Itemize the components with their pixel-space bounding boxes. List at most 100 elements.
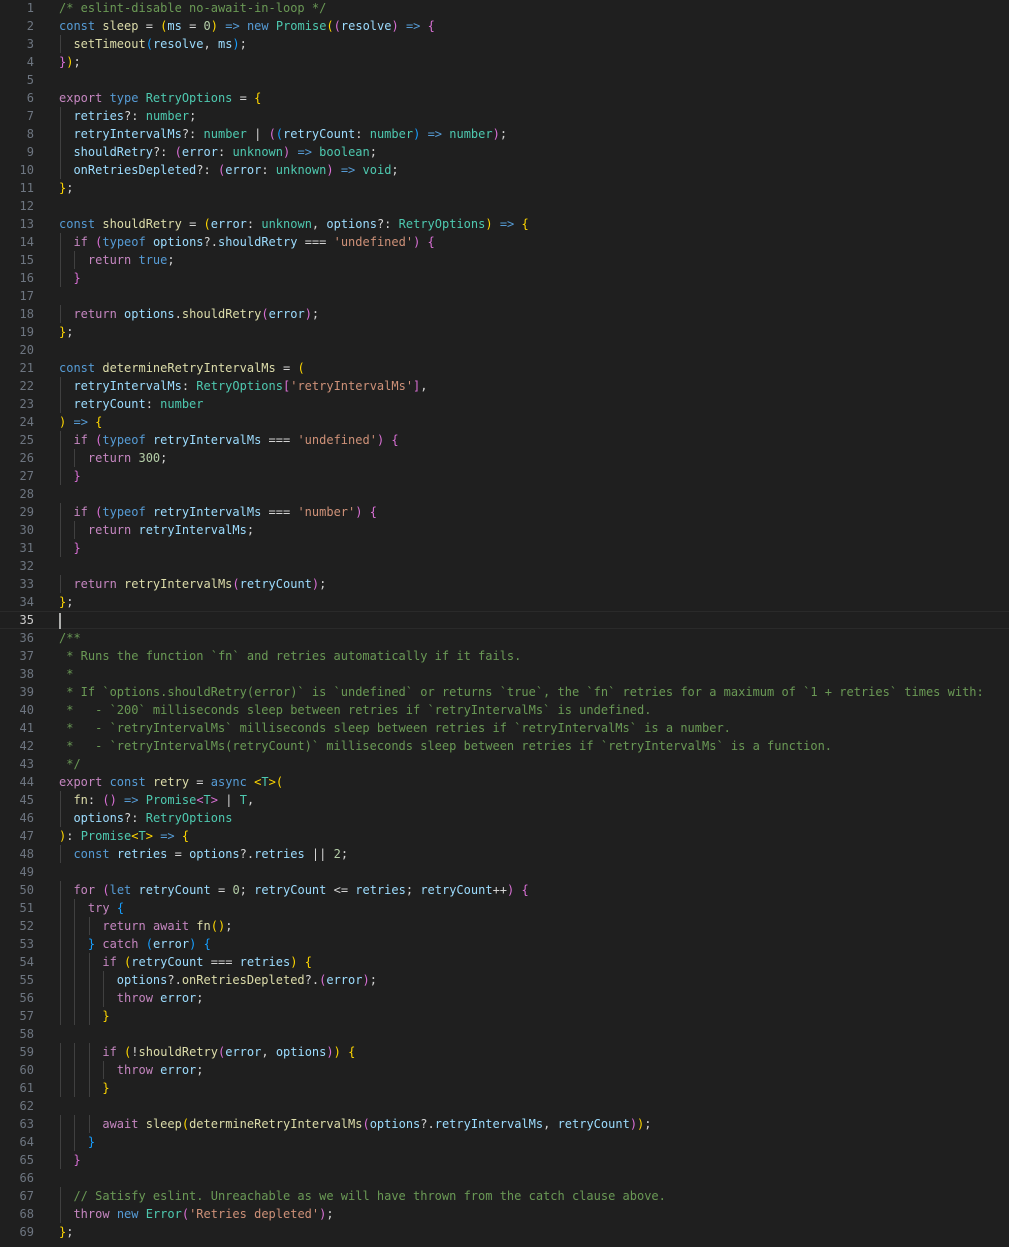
code-line[interactable]: 14 if (typeof options?.shouldRetry === '… — [0, 233, 1009, 251]
code-token: T — [261, 775, 269, 789]
code-token: ++ — [492, 883, 508, 897]
code-line[interactable]: 54 if (retryCount === retries) { — [0, 953, 1009, 971]
code-line[interactable]: 15 return true; — [0, 251, 1009, 269]
code-line[interactable]: 51 try { — [0, 899, 1009, 917]
code-line[interactable]: 18 return options.shouldRetry(error); — [0, 305, 1009, 323]
code-token: number — [160, 397, 204, 411]
code-token: 'undefined' — [333, 235, 414, 249]
code-token: retryCount — [557, 1117, 630, 1131]
code-line[interactable]: 27 } — [0, 467, 1009, 485]
code-line[interactable]: 43 */ — [0, 755, 1009, 773]
code-line[interactable]: 61 } — [0, 1079, 1009, 1097]
code-line[interactable]: 41 * - `retryIntervalMs` milliseconds sl… — [0, 719, 1009, 737]
code-line[interactable]: 4}); — [0, 53, 1009, 71]
line-number: 37 — [19, 649, 34, 663]
code-line[interactable]: 19}; — [0, 323, 1009, 341]
code-line[interactable]: 26 return 300; — [0, 449, 1009, 467]
code-line[interactable]: 47): Promise<T> => { — [0, 827, 1009, 845]
code-line[interactable]: 5 — [0, 71, 1009, 89]
code-line[interactable]: 66 — [0, 1169, 1009, 1187]
code-token: = — [167, 847, 190, 861]
code-text: }; — [59, 593, 73, 611]
line-number: 36 — [19, 631, 34, 645]
code-line[interactable]: 44 export const retry = async <T>( — [0, 773, 1009, 791]
code-line[interactable]: 10 onRetriesDepleted?: (error: unknown) … — [0, 161, 1009, 179]
code-line[interactable]: 69}; — [0, 1223, 1009, 1241]
code-line[interactable]: 7 retries?: number; — [0, 107, 1009, 125]
code-line[interactable]: 13 const shouldRetry = (error: unknown, o… — [0, 215, 1009, 233]
code-token: === — [297, 235, 334, 249]
code-line[interactable]: 58 — [0, 1025, 1009, 1043]
code-line[interactable]: 68 throw new Error('Retries depleted'); — [0, 1205, 1009, 1223]
code-line[interactable]: 64 } — [0, 1133, 1009, 1151]
code-line[interactable]: 16 } — [0, 269, 1009, 287]
code-line[interactable]: 57 } — [0, 1007, 1009, 1025]
code-line[interactable]: 49 — [0, 863, 1009, 881]
code-line[interactable]: 11}; — [0, 179, 1009, 197]
code-line[interactable]: 62 — [0, 1097, 1009, 1115]
code-line[interactable]: 52 return await fn(); — [0, 917, 1009, 935]
code-token: retries — [116, 847, 168, 861]
code-line[interactable]: 42 * - `retryIntervalMs(retryCount)` mil… — [0, 737, 1009, 755]
line-number: 66 — [19, 1171, 34, 1185]
code-line[interactable]: 32 — [0, 557, 1009, 575]
line-number: 24 — [19, 415, 34, 429]
code-line[interactable]: 50 for (let retryCount = 0; retryCount <… — [0, 881, 1009, 899]
code-token: options — [275, 1045, 327, 1059]
code-token: options — [369, 1117, 421, 1131]
line-number: 5 — [26, 73, 34, 87]
code-line[interactable]: 21 const determineRetryIntervalMs = ( — [0, 359, 1009, 377]
code-line[interactable]: 65 } — [0, 1151, 1009, 1169]
code-line[interactable]: 6 export type RetryOptions = { — [0, 89, 1009, 107]
code-token: } — [73, 271, 81, 285]
code-line[interactable]: 20 — [0, 341, 1009, 359]
code-editor[interactable]: 1/* eslint-disable no-await-in-loop */2 c… — [0, 0, 1009, 1247]
code-line[interactable]: 59 if (!shouldRetry(error, options)) { — [0, 1043, 1009, 1061]
code-line[interactable]: 1 /* eslint-disable no-await-in-loop */ — [0, 0, 1009, 17]
line-number: 62 — [19, 1099, 34, 1113]
code-line[interactable]: 33 return retryIntervalMs(retryCount); — [0, 575, 1009, 593]
code-line[interactable]: 63 await sleep(determineRetryIntervalMs(… — [0, 1115, 1009, 1133]
code-line[interactable]: 24) => { — [0, 413, 1009, 431]
code-line[interactable]: 60 throw error; — [0, 1061, 1009, 1079]
code-line[interactable]: 12 — [0, 197, 1009, 215]
code-line[interactable]: 29 if (typeof retryIntervalMs === 'numbe… — [0, 503, 1009, 521]
code-line[interactable]: 30 return retryIntervalMs; — [0, 521, 1009, 539]
code-line[interactable]: 56 throw error; — [0, 989, 1009, 1007]
code-token: 2 — [333, 847, 341, 861]
line-number: 18 — [19, 307, 34, 321]
code-line[interactable]: 8 retryIntervalMs?: number | ((retryCoun… — [0, 125, 1009, 143]
code-line[interactable]: 55 options?.onRetriesDepleted?.(error); — [0, 971, 1009, 989]
code-line[interactable]: 9 shouldRetry?: (error: unknown) => bool… — [0, 143, 1009, 161]
line-number: 44 — [19, 775, 34, 789]
code-line[interactable]: 34}; — [0, 593, 1009, 611]
code-line[interactable]: 31 } — [0, 539, 1009, 557]
code-line[interactable]: 67 // Satisfy eslint. Unreachable as we … — [0, 1187, 1009, 1205]
code-line[interactable]: 37 * Runs the function `fn` and retries … — [0, 647, 1009, 665]
code-token: => — [124, 793, 139, 807]
code-token: => — [499, 217, 515, 231]
code-line[interactable]: 17 — [0, 287, 1009, 305]
code-line[interactable]: 45 fn: () => Promise<T> | T, — [0, 791, 1009, 809]
code-line[interactable]: 36 /** — [0, 629, 1009, 647]
line-number: 59 — [19, 1045, 34, 1059]
code-line[interactable]: 46 options?: RetryOptions — [0, 809, 1009, 827]
code-line[interactable]: 3 setTimeout(resolve, ms); — [0, 35, 1009, 53]
code-token: ; — [644, 1117, 652, 1131]
code-line[interactable]: 35 — [0, 611, 1009, 629]
code-line[interactable]: 40 * - `200` milliseconds sleep between … — [0, 701, 1009, 719]
code-line[interactable]: 38 * — [0, 665, 1009, 683]
code-line[interactable]: 48 const retries = options?.retries || 2… — [0, 845, 1009, 863]
code-line[interactable]: 53 } catch (error) { — [0, 935, 1009, 953]
code-line[interactable]: 23 retryCount: number — [0, 395, 1009, 413]
code-line[interactable]: 25 if (typeof retryIntervalMs === 'undef… — [0, 431, 1009, 449]
code-token: return — [73, 307, 125, 321]
code-line[interactable]: 28 — [0, 485, 1009, 503]
code-token: } — [73, 1153, 81, 1167]
code-line[interactable]: 2 const sleep = (ms = 0) => new Promise((… — [0, 17, 1009, 35]
code-line[interactable]: 39 * If `options.shouldRetry(error)` is … — [0, 683, 1009, 701]
code-line[interactable]: 22 retryIntervalMs: RetryOptions['retryI… — [0, 377, 1009, 395]
